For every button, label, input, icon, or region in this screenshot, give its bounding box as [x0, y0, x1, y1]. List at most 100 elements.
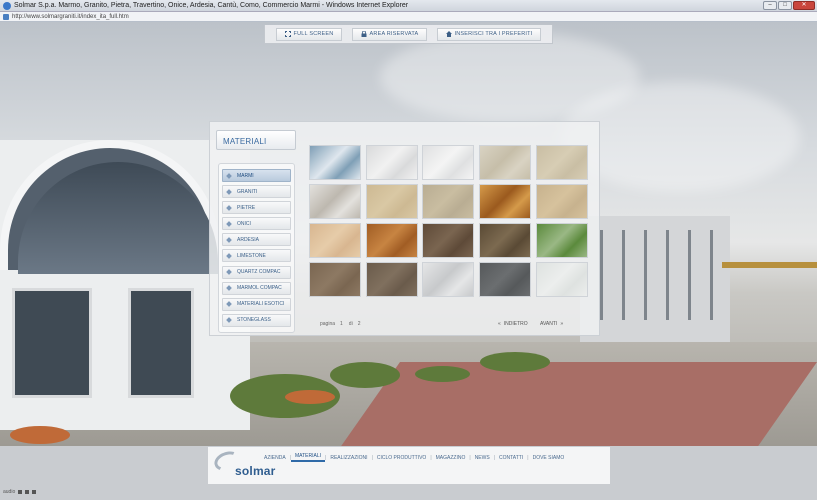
material-thumbnail[interactable]: [422, 145, 475, 180]
diamond-bullet-icon: [226, 204, 232, 211]
previous-arrow-icon: «: [498, 320, 501, 327]
material-thumbnail[interactable]: [365, 184, 418, 219]
material-thumbnail[interactable]: [479, 262, 532, 297]
next-page-button[interactable]: AVANTI »: [540, 321, 563, 327]
next-arrow-icon: »: [560, 320, 564, 327]
material-thumbnail[interactable]: [365, 223, 418, 258]
audio-label: audio: [3, 489, 16, 495]
page-icon: [3, 13, 9, 20]
diamond-bullet-icon: [226, 172, 232, 179]
menu-item-marmol-compac[interactable]: MARMOL COMPAC: [222, 281, 291, 295]
materials-panel: MATERIALI MARMI GRANITI PIETRE ONICI ARDESIA…: [209, 121, 600, 336]
diamond-bullet-icon: [226, 220, 232, 227]
audio-play-icon[interactable]: [18, 490, 23, 494]
nav-link-ciclo-produttivo[interactable]: CICLO PRODUTTIVO: [373, 455, 430, 461]
menu-item-label: QUARTZ COMPAC: [237, 269, 281, 276]
material-thumbnail[interactable]: [309, 223, 361, 258]
page-label: pagina: [320, 320, 336, 327]
materials-category-list: MARMI GRANITI PIETRE ONICI ARDESIA LIMESTONE Q…: [218, 163, 295, 333]
menu-item-ardesia[interactable]: ARDESIA: [222, 233, 291, 247]
maximize-button[interactable]: □: [778, 1, 792, 10]
full-screen-button[interactable]: FULL SCREEN: [275, 27, 343, 41]
material-thumbnail[interactable]: [479, 223, 532, 258]
menu-item-onici[interactable]: ONICI: [222, 217, 291, 231]
fullscreen-icon: [284, 31, 291, 37]
diamond-bullet-icon: [226, 285, 232, 291]
warehouse-building: [580, 216, 730, 356]
add-favorites-button[interactable]: INSERISCI TRA I PREFERITI: [436, 27, 542, 41]
material-thumbnail[interactable]: [309, 262, 361, 297]
main-nav-links: AZIENDA | MATERIALI | REALIZZAZIONI | CICLO PR…: [260, 453, 568, 462]
top-toolbar: FULL SCREEN AREA RISERVATA INSERISCI TRA…: [264, 25, 553, 44]
menu-item-marmi[interactable]: MARMI: [222, 169, 291, 182]
solmar-logo[interactable]: solmar: [235, 464, 276, 478]
reserved-area-label: AREA RISERVATA: [369, 31, 419, 37]
pagination: pagina 1 di 2 « INDIETRO AVANTI »: [320, 318, 582, 329]
menu-item-label: MATERIALI ESOTICI: [237, 301, 285, 308]
brick-road: [341, 362, 817, 446]
menu-item-label: PIETRE: [237, 204, 256, 211]
material-thumbnail[interactable]: [535, 223, 588, 258]
minimize-button[interactable]: –: [763, 1, 777, 10]
menu-item-label: MARMOL COMPAC: [237, 285, 282, 292]
menu-item-quartz-compac[interactable]: QUARTZ COMPAC: [222, 265, 291, 279]
address-bar[interactable]: http://www.solmargraniti.it/index_ita_fu…: [0, 12, 817, 22]
menu-item-pietre[interactable]: PIETRE: [222, 201, 291, 215]
material-thumbnail[interactable]: [535, 184, 588, 219]
next-page-label: AVANTI: [540, 320, 558, 327]
material-thumbnail[interactable]: [479, 184, 532, 219]
nav-link-dove-siamo[interactable]: DOVE SIAMO: [529, 455, 569, 461]
page-current: 1: [340, 320, 343, 327]
window-titlebar: Solmar S.p.a. Marmo, Granito, Pietra, Tr…: [0, 0, 817, 12]
menu-item-label: STONEGLASS: [237, 317, 271, 324]
audio-controls: audio: [3, 489, 37, 495]
material-thumbnail[interactable]: [535, 262, 588, 297]
menu-item-label: MARMI: [237, 172, 254, 179]
nav-link-materiali[interactable]: MATERIALI: [290, 453, 326, 462]
menu-item-materiali-esotici[interactable]: MATERIALI ESOTICI: [222, 297, 291, 311]
material-thumbnail[interactable]: [422, 262, 475, 297]
previous-page-button[interactable]: « INDIETRO: [498, 321, 528, 327]
material-thumbnail[interactable]: [365, 145, 418, 180]
material-thumbnail[interactable]: [309, 145, 361, 180]
diamond-bullet-icon: [226, 253, 232, 259]
window-title: Solmar S.p.a. Marmo, Granito, Pietra, Tr…: [14, 2, 409, 9]
material-thumbnail[interactable]: [479, 145, 532, 180]
menu-item-label: ARDESIA: [237, 236, 259, 243]
material-thumbnail[interactable]: [422, 223, 475, 258]
diamond-bullet-icon: [226, 188, 232, 195]
diamond-bullet-icon: [226, 237, 232, 243]
menu-item-label: ONICI: [237, 220, 251, 227]
material-thumbnail[interactable]: [535, 145, 588, 180]
internet-explorer-icon: [3, 1, 11, 10]
material-thumbnail[interactable]: [365, 262, 418, 297]
nav-link-realizzazioni[interactable]: REALIZZAZIONI: [326, 455, 371, 461]
page-of-label: di: [348, 320, 353, 327]
menu-item-label: GRANITI: [237, 188, 258, 195]
nav-link-news[interactable]: NEWS: [471, 455, 494, 461]
address-url[interactable]: http://www.solmargraniti.it/index_ita_fu…: [12, 14, 129, 20]
nav-link-azienda[interactable]: AZIENDA: [260, 455, 290, 461]
materials-thumbnail-grid: [309, 145, 588, 300]
material-thumbnail[interactable]: [422, 184, 475, 219]
menu-item-limestone[interactable]: LIMESTONE: [222, 249, 291, 263]
nav-link-magazzino[interactable]: MAGAZZINO: [432, 455, 470, 461]
page-total: 2: [357, 320, 361, 327]
audio-stop-icon[interactable]: [32, 490, 37, 494]
material-thumbnail[interactable]: [309, 184, 361, 219]
menu-item-stoneglass[interactable]: STONEGLASS: [222, 313, 291, 327]
menu-item-label: LIMESTONE: [237, 252, 266, 259]
home-icon: [445, 31, 452, 37]
add-favorites-label: INSERISCI TRA I PREFERITI: [454, 31, 533, 37]
diamond-bullet-icon: [226, 269, 232, 275]
nav-link-contatti[interactable]: CONTATTI: [495, 455, 527, 461]
materials-title: MATERIALI: [216, 130, 296, 150]
diamond-bullet-icon: [226, 317, 232, 324]
materials-menu: MATERIALI MARMI GRANITI PIETRE ONICI ARDESIA…: [215, 127, 298, 335]
reserved-area-button[interactable]: AREA RISERVATA: [351, 27, 428, 41]
menu-item-graniti[interactable]: GRANITI: [222, 185, 291, 199]
window-controls: – □ ✕: [763, 1, 815, 10]
close-button[interactable]: ✕: [793, 1, 815, 10]
yellow-crane: [722, 262, 817, 268]
audio-pause-icon[interactable]: [25, 490, 30, 494]
